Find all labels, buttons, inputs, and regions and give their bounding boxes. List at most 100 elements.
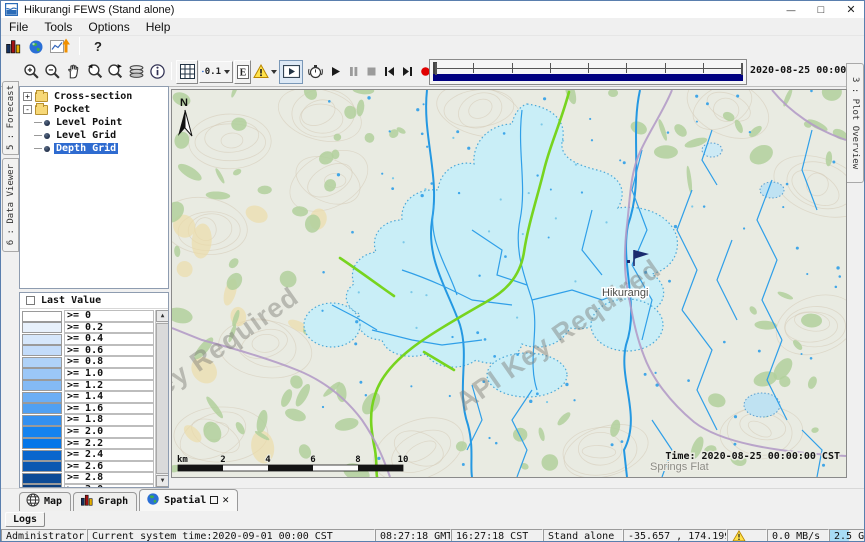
legend-row[interactable]: >= 0 bbox=[21, 310, 154, 322]
tab-spatial[interactable]: Spatial✕ bbox=[139, 489, 238, 511]
logs-button[interactable]: Logs bbox=[5, 512, 45, 527]
pan-hand-icon[interactable] bbox=[63, 60, 83, 84]
maximize-button[interactable]: □ bbox=[806, 1, 836, 18]
legend-color-swatch bbox=[22, 473, 62, 484]
timeline-tick bbox=[741, 63, 743, 75]
legend-class-list: >= 0>= 0.2>= 0.4>= 0.6>= 0.8>= 1.0>= 1.2… bbox=[21, 310, 154, 487]
tree-item-cross-section[interactable]: +Cross-section bbox=[20, 90, 168, 103]
skip-to-end-button[interactable] bbox=[399, 60, 416, 84]
legend-row[interactable]: >= 1.4 bbox=[21, 391, 154, 403]
stop-button[interactable] bbox=[363, 60, 380, 84]
tree-expander[interactable]: - bbox=[23, 105, 32, 114]
legend-row[interactable]: >= 0.8 bbox=[21, 356, 154, 368]
database-display-icon[interactable] bbox=[5, 35, 22, 59]
chevron-down-icon bbox=[224, 70, 230, 74]
warnings-dropdown[interactable] bbox=[252, 60, 278, 84]
tab-plot-overview[interactable]: 3 : Plot Overview bbox=[846, 63, 864, 183]
label-toggle-button[interactable]: E bbox=[234, 60, 251, 84]
menu-options[interactable]: Options bbox=[80, 20, 137, 34]
legend-row[interactable]: >= 2.6 bbox=[21, 461, 154, 473]
legend-row[interactable]: >= 1.8 bbox=[21, 414, 154, 426]
export-animation-icon[interactable] bbox=[304, 60, 326, 84]
zoom-next-icon[interactable] bbox=[105, 60, 125, 84]
legend-row[interactable]: >= 2.8 bbox=[21, 472, 154, 484]
tab-map[interactable]: Map bbox=[19, 492, 71, 511]
legend-class-label: >= 2.4 bbox=[64, 449, 154, 461]
legend-row[interactable]: >= 2.0 bbox=[21, 426, 154, 438]
legend-row[interactable]: >= 1.6 bbox=[21, 403, 154, 415]
tree-item-label: Pocket bbox=[52, 104, 92, 115]
class-interval-dropdown[interactable]: 0.1 bbox=[199, 61, 233, 83]
last-value-label: Last Value bbox=[41, 295, 101, 306]
scrollbar-thumb[interactable] bbox=[156, 323, 169, 474]
legend-row[interactable]: >= 1.2 bbox=[21, 380, 154, 392]
legend-row[interactable]: >= 3.0 bbox=[21, 484, 154, 487]
status-warning-icon[interactable] bbox=[727, 529, 767, 542]
app-logo-icon bbox=[5, 3, 18, 16]
map-view[interactable]: API Key Required API Key Required Hikura… bbox=[171, 89, 847, 478]
legend-row[interactable]: >= 0.6 bbox=[21, 345, 154, 357]
timeline-tick bbox=[473, 63, 474, 73]
status-segment-2: 08:27:18 GMT bbox=[375, 529, 451, 542]
legend-scrollbar[interactable]: ▲ ▼ bbox=[155, 310, 168, 487]
minimize-button[interactable]: — bbox=[776, 1, 806, 18]
tree-guide bbox=[34, 148, 42, 149]
toolbar-separator bbox=[76, 37, 83, 57]
legend-color-swatch bbox=[22, 461, 62, 472]
legend-color-swatch bbox=[22, 438, 62, 449]
animation-panel-button[interactable] bbox=[279, 60, 303, 84]
tree-item-depth-grid[interactable]: Depth Grid bbox=[20, 142, 168, 155]
tree-item-pocket[interactable]: - Pocket bbox=[20, 103, 168, 116]
legend-row[interactable]: >= 0.4 bbox=[21, 333, 154, 345]
legend-class-label: >= 3.0 bbox=[64, 484, 154, 487]
pause-button[interactable] bbox=[345, 60, 362, 84]
legend-class-label: >= 1.0 bbox=[64, 368, 154, 380]
map-display-icon[interactable] bbox=[28, 35, 44, 59]
legend-row[interactable]: >= 0.2 bbox=[21, 322, 154, 334]
float-panel-icon[interactable] bbox=[210, 496, 218, 504]
zoom-previous-icon[interactable] bbox=[84, 60, 104, 84]
legend-color-swatch bbox=[22, 450, 62, 461]
status-segment-4: Stand alone bbox=[543, 529, 623, 542]
scroll-down-icon[interactable]: ▼ bbox=[156, 475, 169, 487]
node-bullet-icon bbox=[44, 120, 50, 126]
last-value-checkbox[interactable] bbox=[26, 296, 35, 305]
bottom-tab-bar: MapGraphSpatial✕ bbox=[1, 488, 865, 511]
tab-graph[interactable]: Graph bbox=[73, 492, 137, 511]
tree-item-level-grid[interactable]: Level Grid bbox=[20, 129, 168, 142]
zoom-out-icon[interactable] bbox=[42, 60, 62, 84]
zoom-in-icon[interactable] bbox=[21, 60, 41, 84]
folder-icon bbox=[35, 92, 48, 102]
menu-tools[interactable]: Tools bbox=[36, 20, 80, 34]
timeline-slider[interactable] bbox=[429, 59, 747, 85]
menu-file[interactable]: File bbox=[1, 20, 36, 34]
tab-forecast[interactable]: 5 : Forecast bbox=[2, 81, 19, 155]
close-button[interactable]: ✕ bbox=[836, 1, 865, 18]
legend-color-swatch bbox=[22, 357, 62, 368]
tree-item-level-point[interactable]: Level Point bbox=[20, 116, 168, 129]
info-icon[interactable] bbox=[147, 60, 167, 84]
legend-row[interactable]: >= 2.2 bbox=[21, 438, 154, 450]
status-segment-1: Current system time:2020-09-01 00:00 CST bbox=[87, 529, 375, 542]
grid-display-button[interactable] bbox=[176, 60, 198, 84]
scroll-up-icon[interactable]: ▲ bbox=[156, 310, 169, 322]
tab-data-viewer[interactable]: 6 : Data Viewer bbox=[2, 158, 19, 252]
legend-row[interactable]: >= 2.4 bbox=[21, 449, 154, 461]
legend-class-label: >= 0.4 bbox=[64, 333, 154, 345]
globe-icon bbox=[146, 492, 160, 509]
timeline-tick bbox=[512, 63, 513, 73]
node-bullet-icon bbox=[44, 133, 50, 139]
close-tab-icon[interactable]: ✕ bbox=[222, 496, 229, 504]
spatial-display-icon[interactable] bbox=[50, 35, 70, 59]
help-button[interactable]: ? bbox=[89, 35, 107, 59]
skip-to-start-button[interactable] bbox=[381, 60, 398, 84]
timeline-tick bbox=[550, 63, 551, 73]
tree-expander[interactable]: + bbox=[23, 92, 32, 101]
menu-help[interactable]: Help bbox=[138, 20, 179, 34]
window-title: Hikurangi FEWS (Stand alone) bbox=[24, 4, 174, 16]
play-button[interactable] bbox=[327, 60, 344, 84]
legend-class-label: >= 1.6 bbox=[64, 403, 154, 415]
layers-icon[interactable] bbox=[126, 60, 146, 84]
scale-tick-label: 2 bbox=[220, 455, 225, 465]
legend-row[interactable]: >= 1.0 bbox=[21, 368, 154, 380]
